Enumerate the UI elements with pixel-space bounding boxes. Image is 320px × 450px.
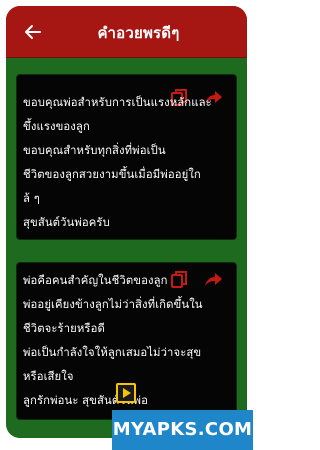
quote-line: ชีวิตของลูกสวยงามขึ้นเมื่อมีพ่ออยู่ใก <box>23 168 201 181</box>
quote-line: ขอบคุณพ่อสำหรับการเป็นแรงหลักและ <box>23 96 212 109</box>
watermark-banner: MYAPKS.COM <box>112 410 253 450</box>
app-bar: คำอวยพรดีๆ <box>6 6 247 58</box>
quote-card: ขอบคุณพ่อสำหรับการเป็นแรงหลักและ ขึ้งแรง… <box>16 74 237 240</box>
quote-line: พ่อคือคนสำคัญในชีวิตของลูก <box>23 274 168 287</box>
quote-line: พ่ออยู่เคียงข้างลูกไม่ว่าสิ่งที่เกิดขึ้น… <box>23 298 203 311</box>
quote-line: ล้ ๆ <box>23 192 40 205</box>
quote-line: หรือเสียใจ <box>23 370 74 383</box>
quote-line: ขึ้งแรงของลูก <box>23 120 90 133</box>
quote-line: สุขสันต์วันพ่อครับ <box>23 216 110 229</box>
ad-play-icon[interactable] <box>116 383 136 403</box>
quote-line: ขอบคุณสำหรับทุกสิ่งที่พ่อเป็น <box>23 144 166 157</box>
quote-line: ชีวิตจะร้ายหรือดี <box>23 322 105 335</box>
copy-icon[interactable] <box>169 269 189 289</box>
share-icon[interactable] <box>203 269 223 289</box>
quotes-list: ขอบคุณพ่อสำหรับการเป็นแรงหลักและ ขึ้งแรง… <box>6 58 247 438</box>
page-title: คำอวยพรดีๆ <box>97 24 180 42</box>
back-arrow-icon[interactable] <box>24 23 42 41</box>
phone-frame: คำอวยพรดีๆ ขอบคุณพ่อสำหรับการเป็นแรงหลัก… <box>6 6 247 438</box>
quote-line: พ่อเป็นกำลังใจให้ลูกเสมอไม่ว่าจะสุข <box>23 346 202 359</box>
